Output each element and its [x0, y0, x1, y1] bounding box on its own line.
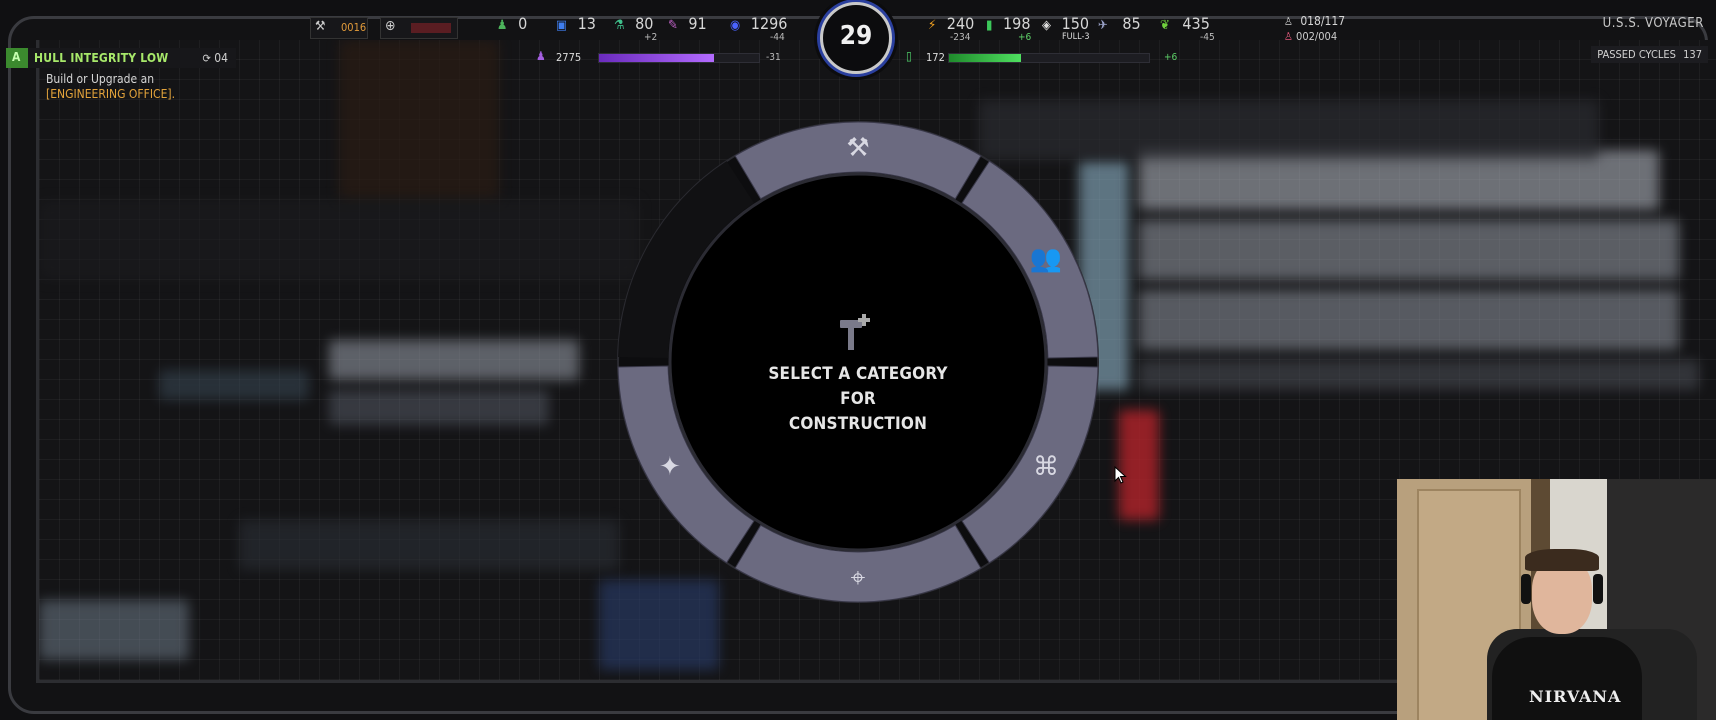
- resource-armor[interactable]: ◈ 150 FULL-3: [1042, 14, 1090, 44]
- mouse-cursor-icon: [1114, 466, 1127, 484]
- headphones-right: [1593, 574, 1603, 604]
- ship-name: U.S.S. VOYAGER: [1602, 16, 1704, 31]
- shuttle-icon: ✈: [1098, 18, 1108, 33]
- target-icon: ⊕: [385, 18, 396, 34]
- green-bar-track: [948, 53, 1150, 63]
- resource-feather[interactable]: ✎ 91: [668, 14, 707, 44]
- ship-deck-block: [1139, 290, 1679, 350]
- person-icon: ♙: [1284, 15, 1293, 28]
- green-bar-fill: [949, 54, 1021, 62]
- turn-number: 29: [839, 21, 873, 51]
- leaf-icon: ❦: [1160, 18, 1170, 33]
- hud-slot-alert[interactable]: ⊕: [380, 17, 458, 39]
- officer-count: ♙ 002/004: [1284, 30, 1338, 43]
- webcam-overlay: NIRVANA: [1397, 479, 1716, 720]
- crew-count[interactable]: ♙ 018/117 ♙ 002/004: [1284, 14, 1345, 44]
- objective-letter: A: [12, 50, 21, 64]
- resource-battery[interactable]: ▮ 198 +6: [986, 14, 1031, 44]
- hud-slot-value: 0016: [341, 21, 367, 34]
- objective-target: [ENGINEERING OFFICE].: [46, 87, 176, 101]
- objective-title: HULL INTEGRITY LOW: [34, 51, 169, 65]
- resource-dilithium[interactable]: ◉ 1296 -44: [730, 14, 787, 44]
- objective-panel[interactable]: A HULL INTEGRITY LOW ⟳ 04 Build or Upgra…: [6, 48, 236, 102]
- insignia-icon: ✦: [659, 452, 681, 482]
- ship-deck-block: [339, 40, 499, 200]
- webcam-hair: [1525, 549, 1599, 571]
- ship-deck-block: [1139, 220, 1679, 280]
- purple-bar-fill: [599, 54, 715, 62]
- ship-deck-block: [39, 600, 189, 660]
- resource-science[interactable]: ⚗ 80 +2: [614, 14, 657, 44]
- shirt-text: NIRVANA: [1529, 687, 1622, 706]
- resource-energy[interactable]: ⚡ 240 -234: [928, 14, 974, 44]
- energy-icon: ⚡: [928, 18, 937, 33]
- alert-indicator-bar: [411, 23, 451, 33]
- ship-deck-block: [329, 340, 579, 380]
- turn-counter[interactable]: 29: [820, 2, 892, 74]
- armor-icon: ◈: [1042, 18, 1051, 33]
- game-screen: A HULL INTEGRITY LOW ⟳ 04 Build or Upgra…: [0, 0, 1716, 720]
- radial-center-label: SELECT A CATEGORY FOR CONSTRUCTION: [768, 364, 948, 434]
- webcam-shirt: [1492, 637, 1642, 720]
- tools-icon: ⚒: [846, 133, 869, 163]
- resource-crew[interactable]: ♟ 0: [497, 14, 527, 44]
- chip-icon: ▣: [556, 18, 568, 33]
- resource-chips[interactable]: ▣ 13: [556, 14, 596, 44]
- purple-bar-track: [598, 53, 760, 63]
- flask-icon: ⚗: [614, 18, 625, 33]
- green-resource-bar[interactable]: ▯ 172 +6: [906, 49, 1177, 65]
- objective-body-line: Build or Upgrade an: [46, 72, 155, 86]
- objective-header[interactable]: A HULL INTEGRITY LOW ⟳ 04: [6, 48, 236, 68]
- crosshair-icon: ⌖: [851, 563, 866, 593]
- population-icon: ♟: [536, 49, 546, 63]
- objective-body: Build or Upgrade an [ENGINEERING OFFICE]…: [46, 72, 236, 102]
- feather-icon: ✎: [668, 18, 678, 33]
- ship-deck-block: [329, 390, 549, 425]
- wrench-icon: ⚒: [315, 19, 326, 34]
- dilithium-icon: ◉: [730, 18, 741, 33]
- headphones-icon: [1521, 574, 1531, 604]
- ship-deck-block: [1139, 360, 1699, 390]
- crew-icon: ♟: [497, 18, 508, 33]
- resource-food[interactable]: ❦ 435 -45: [1160, 14, 1215, 44]
- purple-resource-bar[interactable]: ♟ 2775 -31: [536, 49, 786, 65]
- battery-icon: ▮: [986, 18, 993, 33]
- cycle-icon: ⟳: [202, 52, 211, 65]
- resource-shuttle[interactable]: ✈ 85: [1098, 14, 1141, 44]
- ship-deck-block: [159, 370, 309, 400]
- objective-count: ⟳ 04: [202, 51, 228, 65]
- ship-deck-block: [239, 520, 619, 570]
- hud-slot-tools[interactable]: ⚒ 0016: [310, 17, 368, 39]
- network-icon: ⌘: [1033, 452, 1059, 482]
- officer-icon: ♙: [1284, 30, 1293, 43]
- passed-cycles: PASSED CYCLES 137: [1591, 46, 1708, 63]
- capacity-icon: ▯: [906, 49, 912, 63]
- ship-deck-block: [39, 200, 639, 280]
- people-icon: 👥: [1030, 244, 1062, 274]
